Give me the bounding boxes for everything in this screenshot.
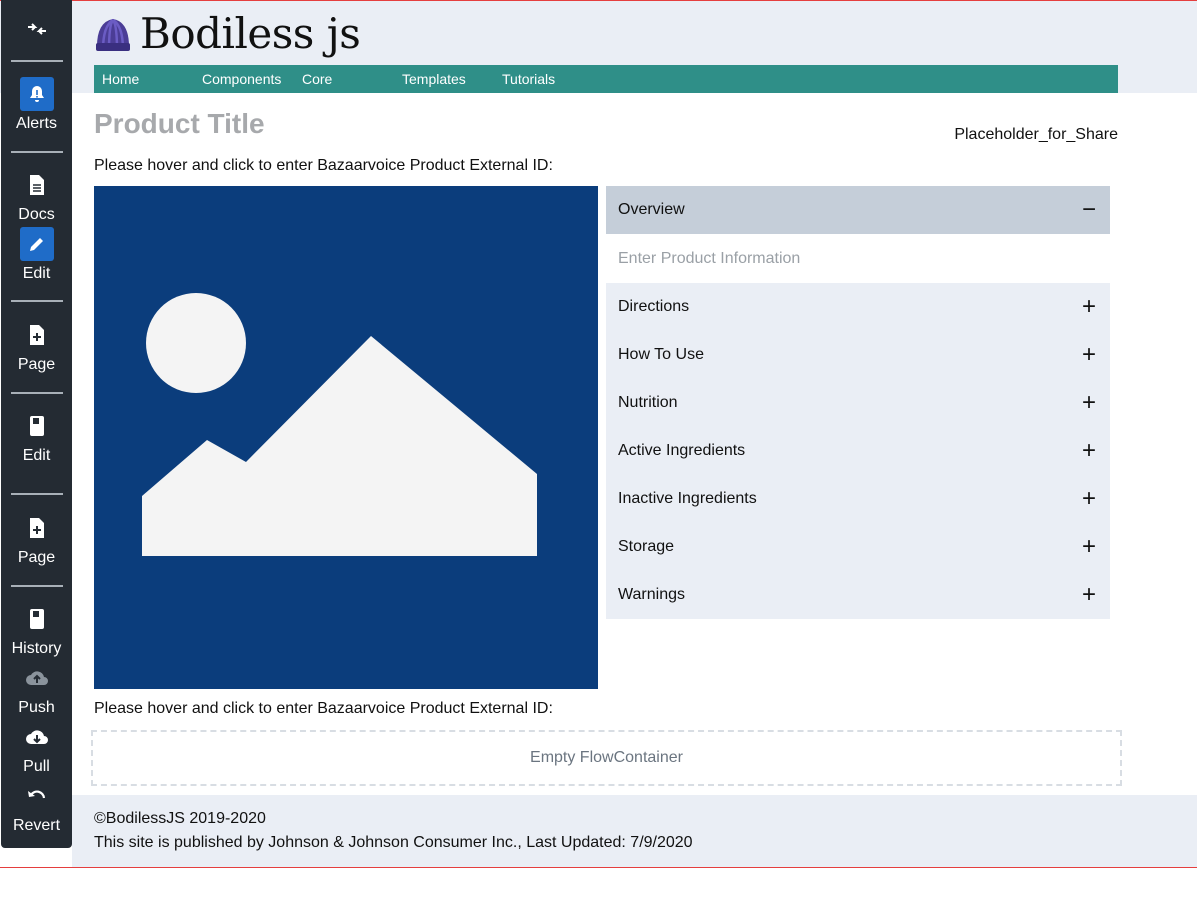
sidebar-separator xyxy=(11,392,63,394)
sidebar-item-edit-2[interactable]: Edit xyxy=(1,409,72,465)
sidebar-separator xyxy=(11,585,63,587)
accordion-header-active-ingredients[interactable]: Active Ingredients + xyxy=(606,427,1110,475)
sidebar-item-pull[interactable]: Pull xyxy=(1,720,72,776)
product-info-placeholder: Enter Product Information xyxy=(618,249,801,267)
sidebar-item-revert[interactable]: Revert xyxy=(1,779,72,835)
cloud-download-icon xyxy=(20,720,54,754)
sidebar-item-page[interactable]: Page xyxy=(1,318,72,374)
cloud-upload-icon xyxy=(20,661,54,695)
footer-copyright: ©BodilessJS 2019-2020 xyxy=(94,810,266,827)
sidebar-toggle-button[interactable] xyxy=(1,12,72,46)
sidebar-item-page-2[interactable]: Page xyxy=(1,511,72,567)
collapse-minus-icon[interactable]: − xyxy=(1082,198,1096,222)
book-icon xyxy=(20,409,54,443)
sidebar-item-label: Docs xyxy=(18,206,55,223)
sidebar-item-label: Page xyxy=(17,356,56,373)
accordion-title: Storage xyxy=(618,538,675,555)
sidebar-item-push[interactable]: Push xyxy=(1,661,72,717)
accordion-title: How To Use xyxy=(618,346,704,363)
document-icon xyxy=(20,168,54,202)
sidebar-separator xyxy=(11,60,63,62)
accordion-header-directions[interactable]: Directions + xyxy=(606,283,1110,331)
site-logo[interactable]: Bodiless js xyxy=(94,9,361,59)
sidebar-item-history[interactable]: History xyxy=(1,602,72,658)
sidebar-item-label: Edit xyxy=(22,265,51,282)
sidebar-item-label: Push xyxy=(18,699,55,716)
sidebar-item-label: Alerts xyxy=(16,115,57,132)
sidebar-separator xyxy=(11,151,63,153)
sidebar-separator xyxy=(11,493,63,495)
accordion-header-nutrition[interactable]: Nutrition + xyxy=(606,379,1110,427)
expand-plus-icon[interactable]: + xyxy=(1082,439,1096,463)
beanie-logo-icon xyxy=(96,18,130,51)
nav-components[interactable]: Components xyxy=(194,71,294,87)
accordion-title: Nutrition xyxy=(618,394,678,411)
accordion-body-overview[interactable]: Enter Product Information xyxy=(606,234,1110,283)
expand-plus-icon[interactable]: + xyxy=(1082,583,1096,607)
empty-flow-container[interactable]: Empty FlowContainer xyxy=(91,730,1122,786)
expand-plus-icon[interactable]: + xyxy=(1082,295,1096,319)
expand-plus-icon[interactable]: + xyxy=(1082,487,1096,511)
bazaarvoice-prompt-bottom[interactable]: Please hover and click to enter Bazaarvo… xyxy=(94,700,553,718)
accordion-header-storage[interactable]: Storage + xyxy=(606,523,1110,571)
sidebar-item-label: Page xyxy=(17,549,56,566)
expand-plus-icon[interactable]: + xyxy=(1082,535,1096,559)
new-page-icon xyxy=(20,511,54,545)
pencil-icon xyxy=(19,227,54,261)
new-page-icon xyxy=(20,318,54,352)
accordion-title: Overview xyxy=(618,201,685,218)
expand-plus-icon[interactable]: + xyxy=(1082,391,1096,415)
sidebar-item-label: History xyxy=(11,640,62,657)
image-placeholder-icon xyxy=(142,293,537,556)
nav-core[interactable]: Core xyxy=(294,71,394,87)
accordion-header-inactive-ingredients[interactable]: Inactive Ingredients + xyxy=(606,475,1110,523)
collapse-icon xyxy=(20,12,54,46)
accordion-title: Active Ingredients xyxy=(618,442,746,459)
accordion-title: Directions xyxy=(618,298,690,315)
footer-published: This site is published by Johnson & John… xyxy=(94,834,693,851)
bazaarvoice-prompt[interactable]: Please hover and click to enter Bazaarvo… xyxy=(94,157,553,175)
nav-home[interactable]: Home xyxy=(94,71,194,87)
site-footer: ©BodilessJS 2019-2020 This site is publi… xyxy=(72,795,1197,867)
undo-icon xyxy=(20,779,54,813)
main-nav: Home Components Core Templates Tutorials xyxy=(94,65,1118,93)
sidebar-item-label: Edit xyxy=(22,447,51,464)
edit-sidebar: Alerts Docs Edit Page Edit Page History … xyxy=(1,0,72,848)
nav-tutorials[interactable]: Tutorials xyxy=(494,71,594,87)
sidebar-item-label: Revert xyxy=(12,817,61,834)
sidebar-separator xyxy=(11,300,63,302)
sidebar-item-alerts[interactable]: Alerts xyxy=(1,77,72,133)
sidebar-item-docs[interactable]: Docs xyxy=(1,168,72,224)
book-icon xyxy=(20,602,54,636)
nav-templates[interactable]: Templates xyxy=(394,71,494,87)
flow-container-label: Empty FlowContainer xyxy=(530,749,683,766)
sidebar-item-label: Pull xyxy=(23,758,50,775)
accordion-title: Warnings xyxy=(618,586,685,603)
share-placeholder: Placeholder_for_Share xyxy=(954,126,1118,143)
sidebar-item-edit[interactable]: Edit xyxy=(1,227,72,283)
bell-icon xyxy=(19,77,54,111)
accordion-header-how-to-use[interactable]: How To Use + xyxy=(606,331,1110,379)
accordion-title: Inactive Ingredients xyxy=(618,490,757,507)
accordion-header-warnings[interactable]: Warnings + xyxy=(606,571,1110,619)
logo-text: Bodiless js xyxy=(140,9,361,58)
expand-plus-icon[interactable]: + xyxy=(1082,343,1096,367)
product-title[interactable]: Product Title xyxy=(94,108,265,140)
product-accordion: Overview − Enter Product Information Dir… xyxy=(606,186,1110,619)
accordion-header-overview[interactable]: Overview − xyxy=(606,186,1110,234)
product-image-placeholder[interactable] xyxy=(94,186,598,689)
